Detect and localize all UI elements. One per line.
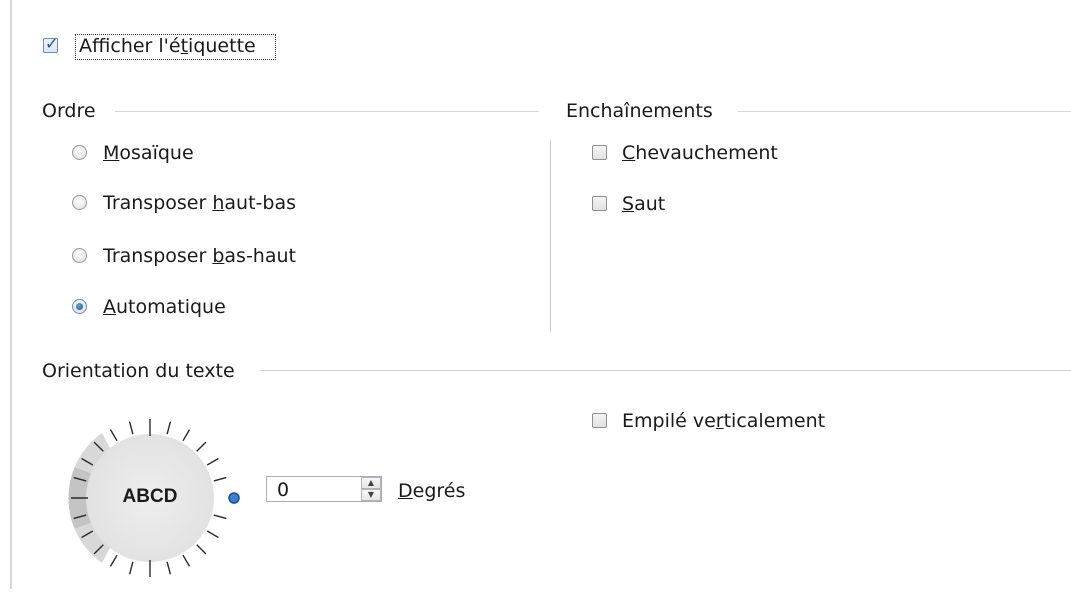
dial-tick xyxy=(206,530,219,539)
stacked-vertically-label[interactable]: Empilé verticalement xyxy=(622,410,825,432)
chevron-up-icon: ▲ xyxy=(367,478,375,487)
dial-tick xyxy=(182,554,191,567)
stacked-vertically-checkbox[interactable] xyxy=(592,413,607,428)
checkmark-icon: ✓ xyxy=(45,34,59,53)
break-checkbox[interactable] xyxy=(592,196,607,211)
degrees-value[interactable]: 0 xyxy=(277,479,289,501)
dial-tick xyxy=(213,476,227,482)
chains-group-line xyxy=(738,111,1071,112)
dial-tick xyxy=(182,429,191,442)
radio-transpose-top-bottom-label[interactable]: Transposer haut-bas xyxy=(103,192,296,214)
dial-tick xyxy=(128,421,134,435)
radio-selected-dot xyxy=(76,303,83,310)
dial-tick xyxy=(128,561,134,575)
order-group-line xyxy=(115,111,539,112)
spin-down-button[interactable]: ▼ xyxy=(361,489,381,501)
dial-tick xyxy=(109,429,118,442)
radio-transpose-top-bottom[interactable] xyxy=(72,195,87,210)
overlap-checkbox[interactable] xyxy=(592,145,607,160)
dial-tick xyxy=(206,457,219,466)
dial-tick xyxy=(109,554,118,567)
radio-transpose-bottom-top[interactable] xyxy=(72,248,87,263)
show-label-text[interactable]: Afficher l'étiquette xyxy=(79,35,256,57)
overlap-label[interactable]: Chevauchement xyxy=(622,142,778,164)
orientation-dial[interactable]: ABCD xyxy=(54,402,246,594)
chevron-down-icon: ▼ xyxy=(367,490,375,499)
dial-tick xyxy=(166,421,172,435)
chains-group-title: Enchaînements xyxy=(566,100,713,122)
degrees-spinbox[interactable]: 0 ▲ ▼ xyxy=(266,476,382,502)
orientation-group-title: Orientation du texte xyxy=(42,360,235,382)
dial-tick xyxy=(196,544,207,555)
group-divider xyxy=(550,140,551,332)
left-border-line xyxy=(10,0,12,589)
radio-mosaic-label[interactable]: Mosaïque xyxy=(103,142,194,164)
break-label[interactable]: Saut xyxy=(622,193,665,215)
dial-tick xyxy=(166,561,172,575)
radio-transpose-bottom-top-label[interactable]: Transposer bas-haut xyxy=(103,245,296,267)
orientation-group-line xyxy=(260,370,1071,371)
dial-text: ABCD xyxy=(122,486,178,507)
radio-automatic-label[interactable]: Automatique xyxy=(103,296,226,318)
radio-automatic[interactable] xyxy=(72,299,87,314)
degrees-label: Degrés xyxy=(398,480,466,502)
dial-tick xyxy=(196,441,207,452)
radio-mosaic[interactable] xyxy=(72,145,87,160)
show-label-checkbox[interactable]: ✓ xyxy=(43,34,58,53)
dial-tick xyxy=(213,514,227,520)
order-group-title: Ordre xyxy=(42,100,96,122)
spin-up-button[interactable]: ▲ xyxy=(361,477,381,489)
